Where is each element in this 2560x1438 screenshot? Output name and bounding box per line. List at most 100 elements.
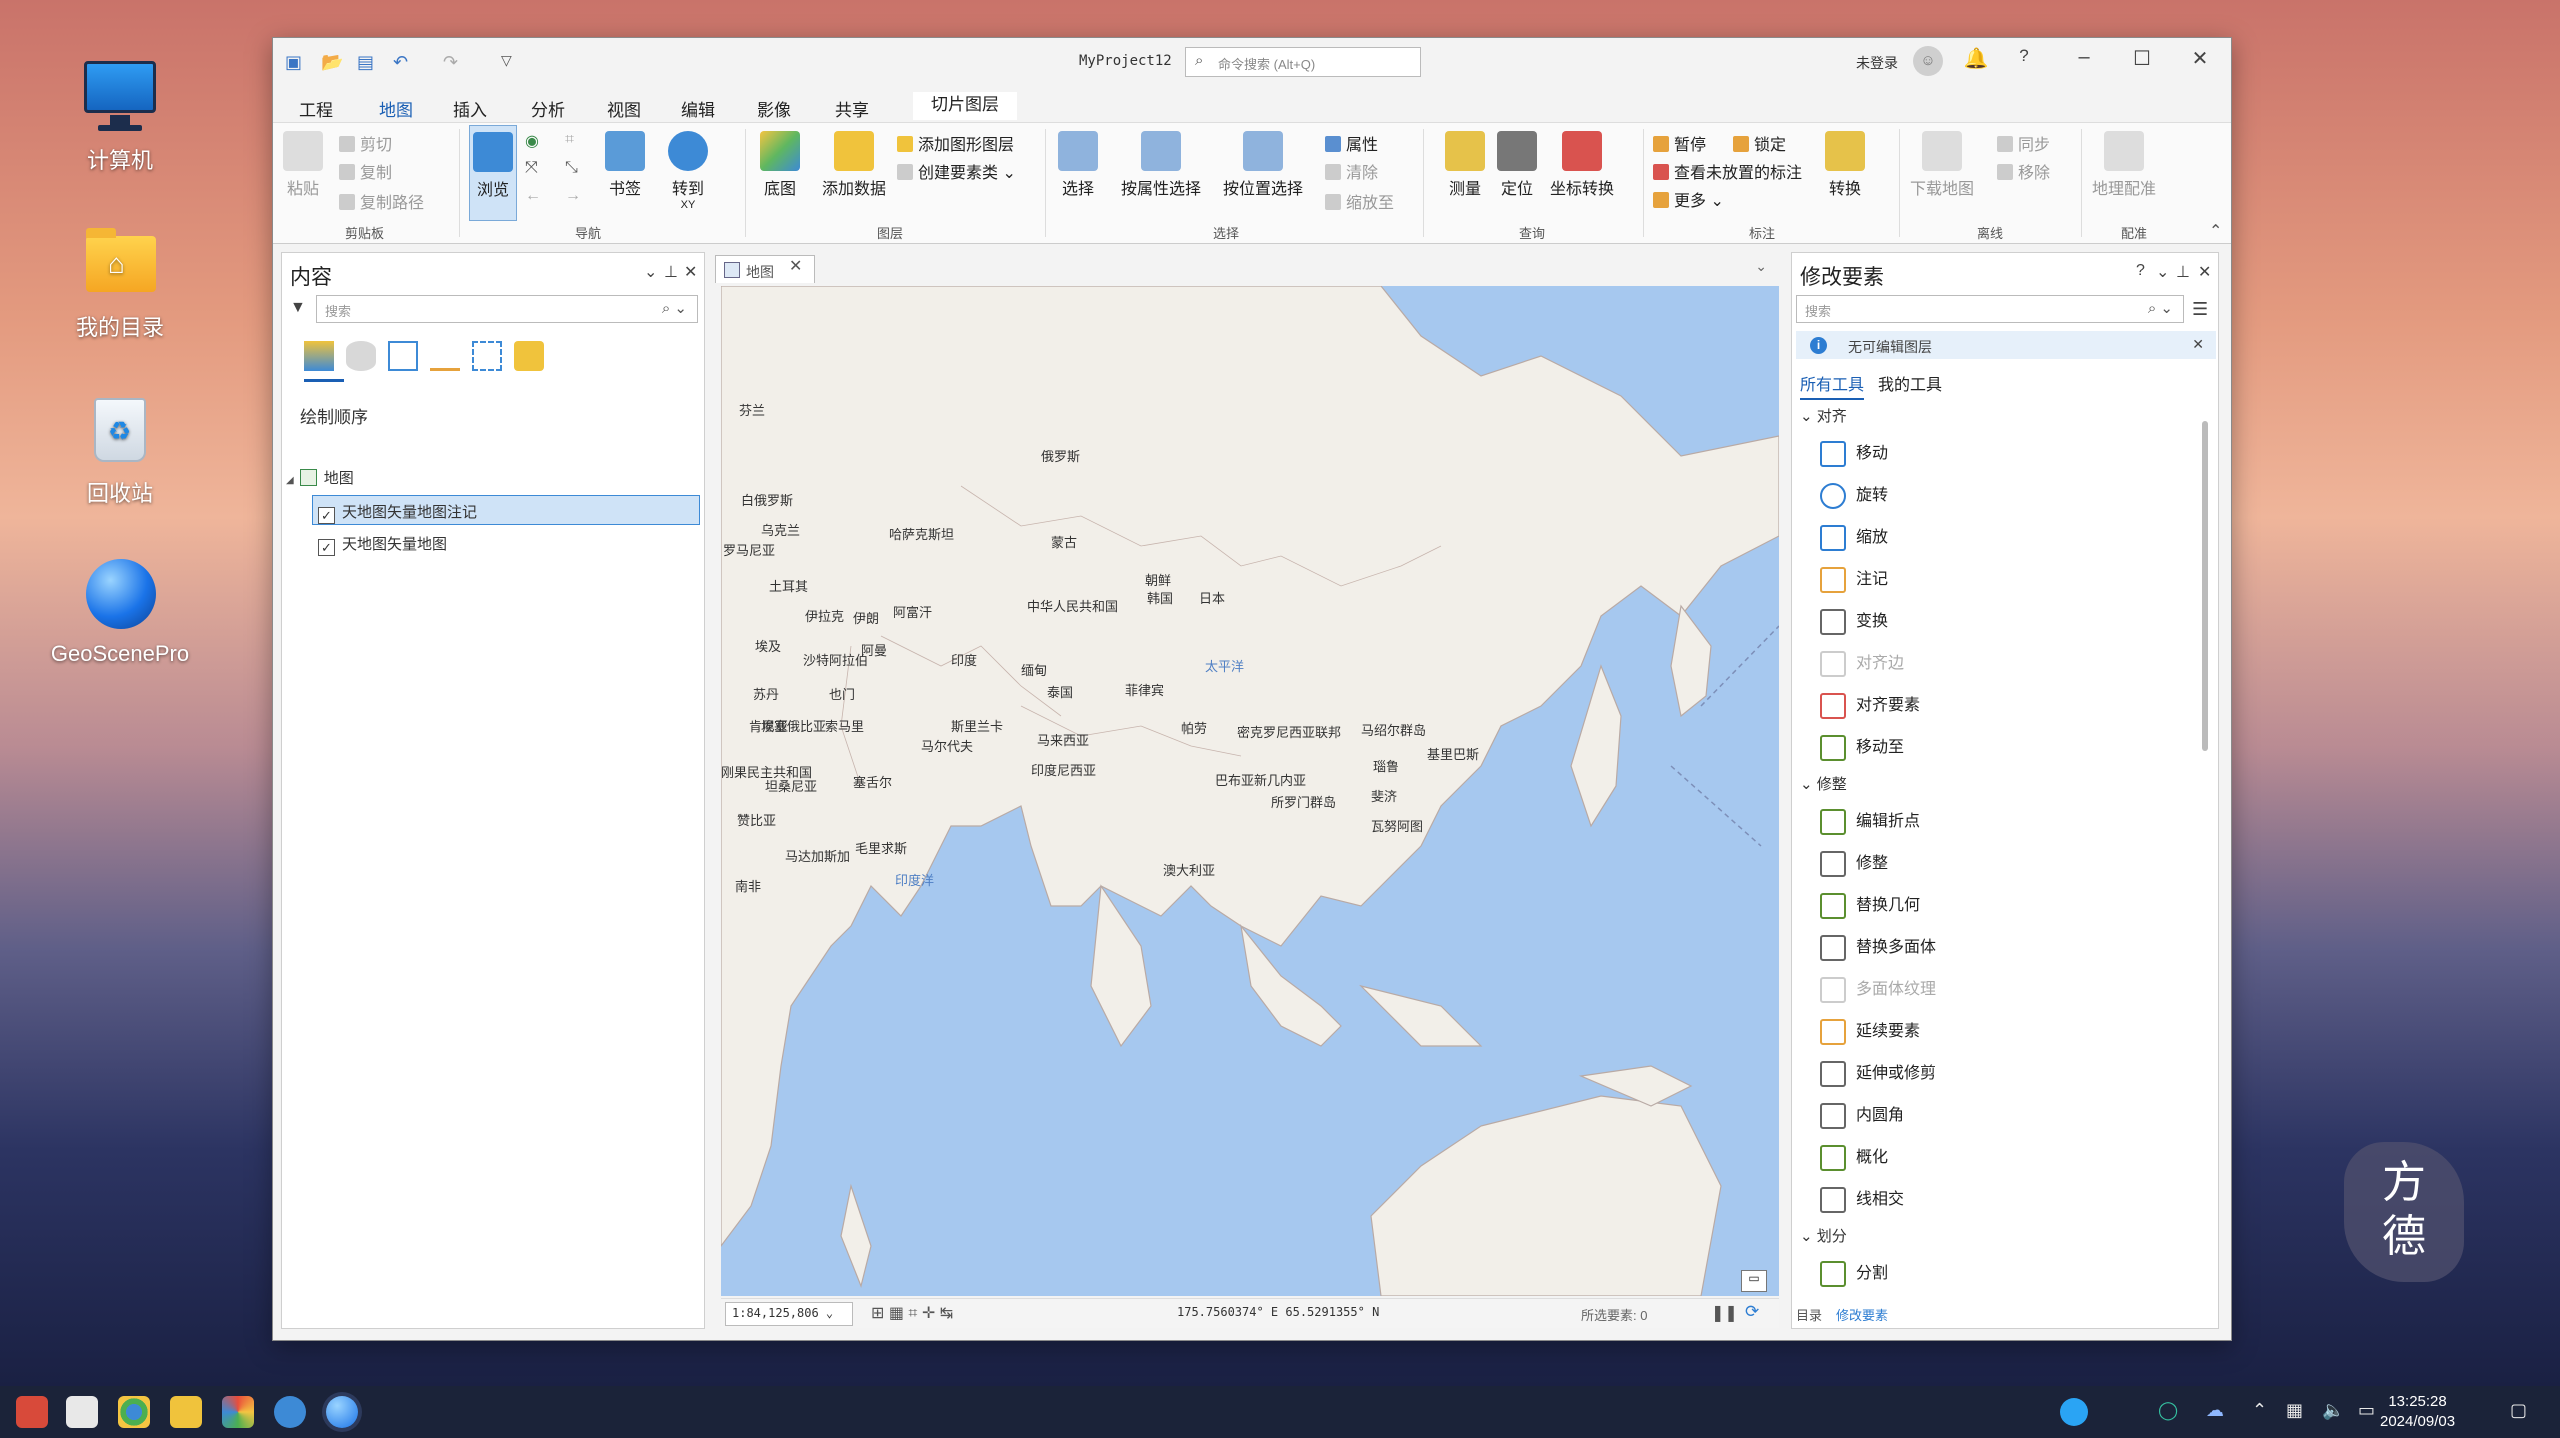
login-status[interactable]: 未登录 bbox=[1856, 53, 1898, 73]
layer-visibility-checkbox[interactable]: ✓ bbox=[318, 539, 335, 556]
cloud-icon[interactable]: ☁ bbox=[2206, 1400, 2224, 1421]
convert-labels-button[interactable]: 转换 bbox=[1823, 131, 1867, 199]
help-icon[interactable]: ? bbox=[2136, 262, 2145, 280]
tray-circle-icon[interactable]: ◯ bbox=[2158, 1400, 2178, 1421]
pane-options-icon[interactable]: ⌄ bbox=[2156, 262, 2169, 282]
layer-vector-map[interactable]: ✓ 天地图矢量地图 bbox=[318, 533, 447, 556]
create-feature-class-button[interactable]: 创建要素类 ⌄ bbox=[897, 159, 1016, 183]
map-canvas[interactable]: 芬兰 俄罗斯 白俄罗斯 乌克兰 罗马尼亚 哈萨克斯坦 蒙古 朝鲜 韩国 日本 土… bbox=[721, 286, 1779, 1296]
new-project-icon[interactable]: ▣ bbox=[285, 52, 302, 73]
add-data-button[interactable]: 添加数据 bbox=[819, 131, 889, 199]
desktop-icon-recycle-bin[interactable]: ♻ 回收站 bbox=[40, 388, 200, 508]
tool-edit-vertices[interactable]: 编辑折点 bbox=[1820, 807, 1920, 837]
view-unplaced-labels-button[interactable]: 查看未放置的标注 bbox=[1653, 159, 1802, 183]
locate-button[interactable]: 定位 bbox=[1495, 131, 1539, 199]
command-search-input[interactable]: ⌕ 命令搜索 (Alt+Q) bbox=[1185, 47, 1421, 77]
layer-annotation[interactable]: ✓ 天地图矢量地图注记 bbox=[318, 501, 477, 524]
tool-align-edge[interactable]: 对齐边 bbox=[1820, 649, 1904, 679]
multitask-view-icon[interactable] bbox=[66, 1396, 98, 1428]
geoscenepro-taskbar-icon[interactable] bbox=[326, 1396, 358, 1428]
tool-split[interactable]: 分割 bbox=[1820, 1259, 1888, 1289]
close-map-tab-icon[interactable]: ✕ bbox=[789, 256, 802, 276]
georeference-button[interactable]: 地理配准 bbox=[2089, 131, 2159, 199]
group-divide[interactable]: ⌄ 划分 bbox=[1800, 1225, 1847, 1246]
zoom-to-selection-button[interactable]: 缩放至 bbox=[1325, 189, 1394, 213]
tab-catalog[interactable]: 目录 bbox=[1796, 1308, 1822, 1323]
tool-replace-geometry[interactable]: 替换几何 bbox=[1820, 891, 1920, 921]
remove-button[interactable]: 移除 bbox=[1997, 159, 2050, 183]
tab-share[interactable]: 共享 bbox=[835, 96, 869, 121]
maximize-icon[interactable]: ☐ bbox=[2127, 46, 2157, 71]
full-extent-icon[interactable]: ◉ bbox=[525, 131, 539, 151]
tab-view[interactable]: 视图 bbox=[607, 96, 641, 121]
tab-tile-layer[interactable]: 切片图层 bbox=[913, 92, 1017, 120]
keyboard-icon[interactable]: ▦ bbox=[2286, 1400, 2303, 1421]
volume-icon[interactable]: 🔈 bbox=[2322, 1400, 2344, 1421]
add-graphics-layer-button[interactable]: 添加图形图层 bbox=[897, 131, 1014, 155]
tool-reshape[interactable]: 修整 bbox=[1820, 849, 1888, 879]
filter-icon[interactable]: ▼ bbox=[290, 299, 306, 317]
desktop-icon-geoscenepro[interactable]: GeoScenePro bbox=[40, 553, 200, 667]
help-icon[interactable]: ? bbox=[2009, 46, 2039, 66]
copy-path-button[interactable]: 复制路径 bbox=[339, 189, 424, 213]
minimize-icon[interactable]: – bbox=[2069, 46, 2099, 69]
scale-selector[interactable]: 1:84,125,806 ⌄ bbox=[725, 1302, 853, 1326]
settings-gear-icon[interactable] bbox=[274, 1396, 306, 1428]
tray-app-icon[interactable] bbox=[2060, 1398, 2088, 1426]
select-by-attributes-button[interactable]: 按属性选择 bbox=[1119, 131, 1203, 199]
user-avatar-icon[interactable]: ☺ bbox=[1913, 46, 1943, 76]
fixed-zoom-in-icon[interactable]: ⤧ bbox=[525, 159, 538, 177]
pin-icon[interactable]: ⊥ bbox=[2176, 262, 2190, 282]
map-overview-icon[interactable]: ▭ bbox=[1741, 1270, 1767, 1292]
group-align[interactable]: ⌄ 对齐 bbox=[1800, 405, 1847, 426]
tool-rotate[interactable]: 旋转 bbox=[1820, 481, 1888, 511]
previous-extent-icon[interactable]: ← bbox=[525, 187, 541, 205]
fixed-zoom-out-icon[interactable]: ⤡ bbox=[565, 159, 578, 177]
menu-icon[interactable]: ☰ bbox=[2192, 299, 2208, 320]
tool-multipatch-texture[interactable]: 多面体纹理 bbox=[1820, 975, 1936, 1005]
tool-align-features[interactable]: 对齐要素 bbox=[1820, 691, 1920, 721]
coordinate-conversion-button[interactable]: 坐标转换 bbox=[1547, 131, 1617, 199]
attributes-button[interactable]: 属性 bbox=[1325, 131, 1378, 155]
next-extent-icon[interactable]: → bbox=[565, 187, 581, 205]
open-folder-icon[interactable]: 📂 bbox=[321, 52, 343, 73]
network-icon[interactable]: ▭ bbox=[2358, 1400, 2375, 1421]
close-window-icon[interactable]: ✕ bbox=[2185, 46, 2215, 71]
layer-visibility-checkbox[interactable]: ✓ bbox=[318, 507, 335, 524]
copy-button[interactable]: 复制 bbox=[339, 159, 392, 183]
collapse-ribbon-icon[interactable]: ⌃ bbox=[2209, 221, 2222, 241]
zoom-to-selection-icon[interactable]: ⌗ bbox=[565, 131, 574, 149]
browser-icon[interactable] bbox=[118, 1396, 150, 1428]
pause-labels-button[interactable]: 暂停 bbox=[1653, 131, 1706, 155]
start-menu-icon[interactable] bbox=[16, 1396, 48, 1428]
tool-generalize[interactable]: 概化 bbox=[1820, 1143, 1888, 1173]
tray-expand-icon[interactable]: ⌃ bbox=[2252, 1400, 2267, 1421]
undo-icon[interactable]: ↶ bbox=[393, 52, 408, 73]
map-tab-options-icon[interactable]: ⌄ bbox=[1755, 258, 1767, 275]
list-by-data-source-icon[interactable] bbox=[346, 341, 376, 371]
close-pane-icon[interactable]: ✕ bbox=[2198, 262, 2211, 282]
tool-extend-trim[interactable]: 延伸或修剪 bbox=[1820, 1059, 1936, 1089]
clear-selection-button[interactable]: 清除 bbox=[1325, 159, 1378, 183]
contents-search-input[interactable]: 搜索 ⌕ ⌄ bbox=[316, 295, 698, 323]
tool-annotation[interactable]: 注记 bbox=[1820, 565, 1888, 595]
tab-my-tools[interactable]: 我的工具 bbox=[1878, 377, 1942, 394]
sync-button[interactable]: 同步 bbox=[1997, 131, 2050, 155]
file-manager-icon[interactable] bbox=[170, 1396, 202, 1428]
grid-tools-icon[interactable]: ⊞ ▦ ⌗ ✛ ↹ bbox=[871, 1303, 953, 1323]
notification-icon[interactable]: 🔔 bbox=[1961, 46, 1991, 71]
app-store-icon[interactable] bbox=[222, 1396, 254, 1428]
clock[interactable]: 13:25:28 2024/09/03 bbox=[2380, 1392, 2455, 1432]
tool-continue-feature[interactable]: 延续要素 bbox=[1820, 1017, 1920, 1047]
close-notice-icon[interactable]: ✕ bbox=[2192, 336, 2204, 353]
save-icon[interactable]: ▤ bbox=[357, 52, 374, 73]
refresh-icon[interactable]: ⟳ bbox=[1745, 1302, 1759, 1322]
tab-edit[interactable]: 编辑 bbox=[681, 96, 715, 121]
pane-options-icon[interactable]: ⌄ bbox=[644, 262, 657, 282]
tab-imagery[interactable]: 影像 bbox=[757, 96, 791, 121]
pin-icon[interactable]: ⊥ bbox=[664, 262, 678, 282]
tab-all-tools[interactable]: 所有工具 bbox=[1800, 377, 1865, 400]
close-pane-icon[interactable]: ✕ bbox=[684, 262, 697, 282]
desktop-icon-computer[interactable]: 计算机 bbox=[40, 55, 200, 175]
map-node[interactable]: ◢ 地图 bbox=[286, 467, 354, 488]
